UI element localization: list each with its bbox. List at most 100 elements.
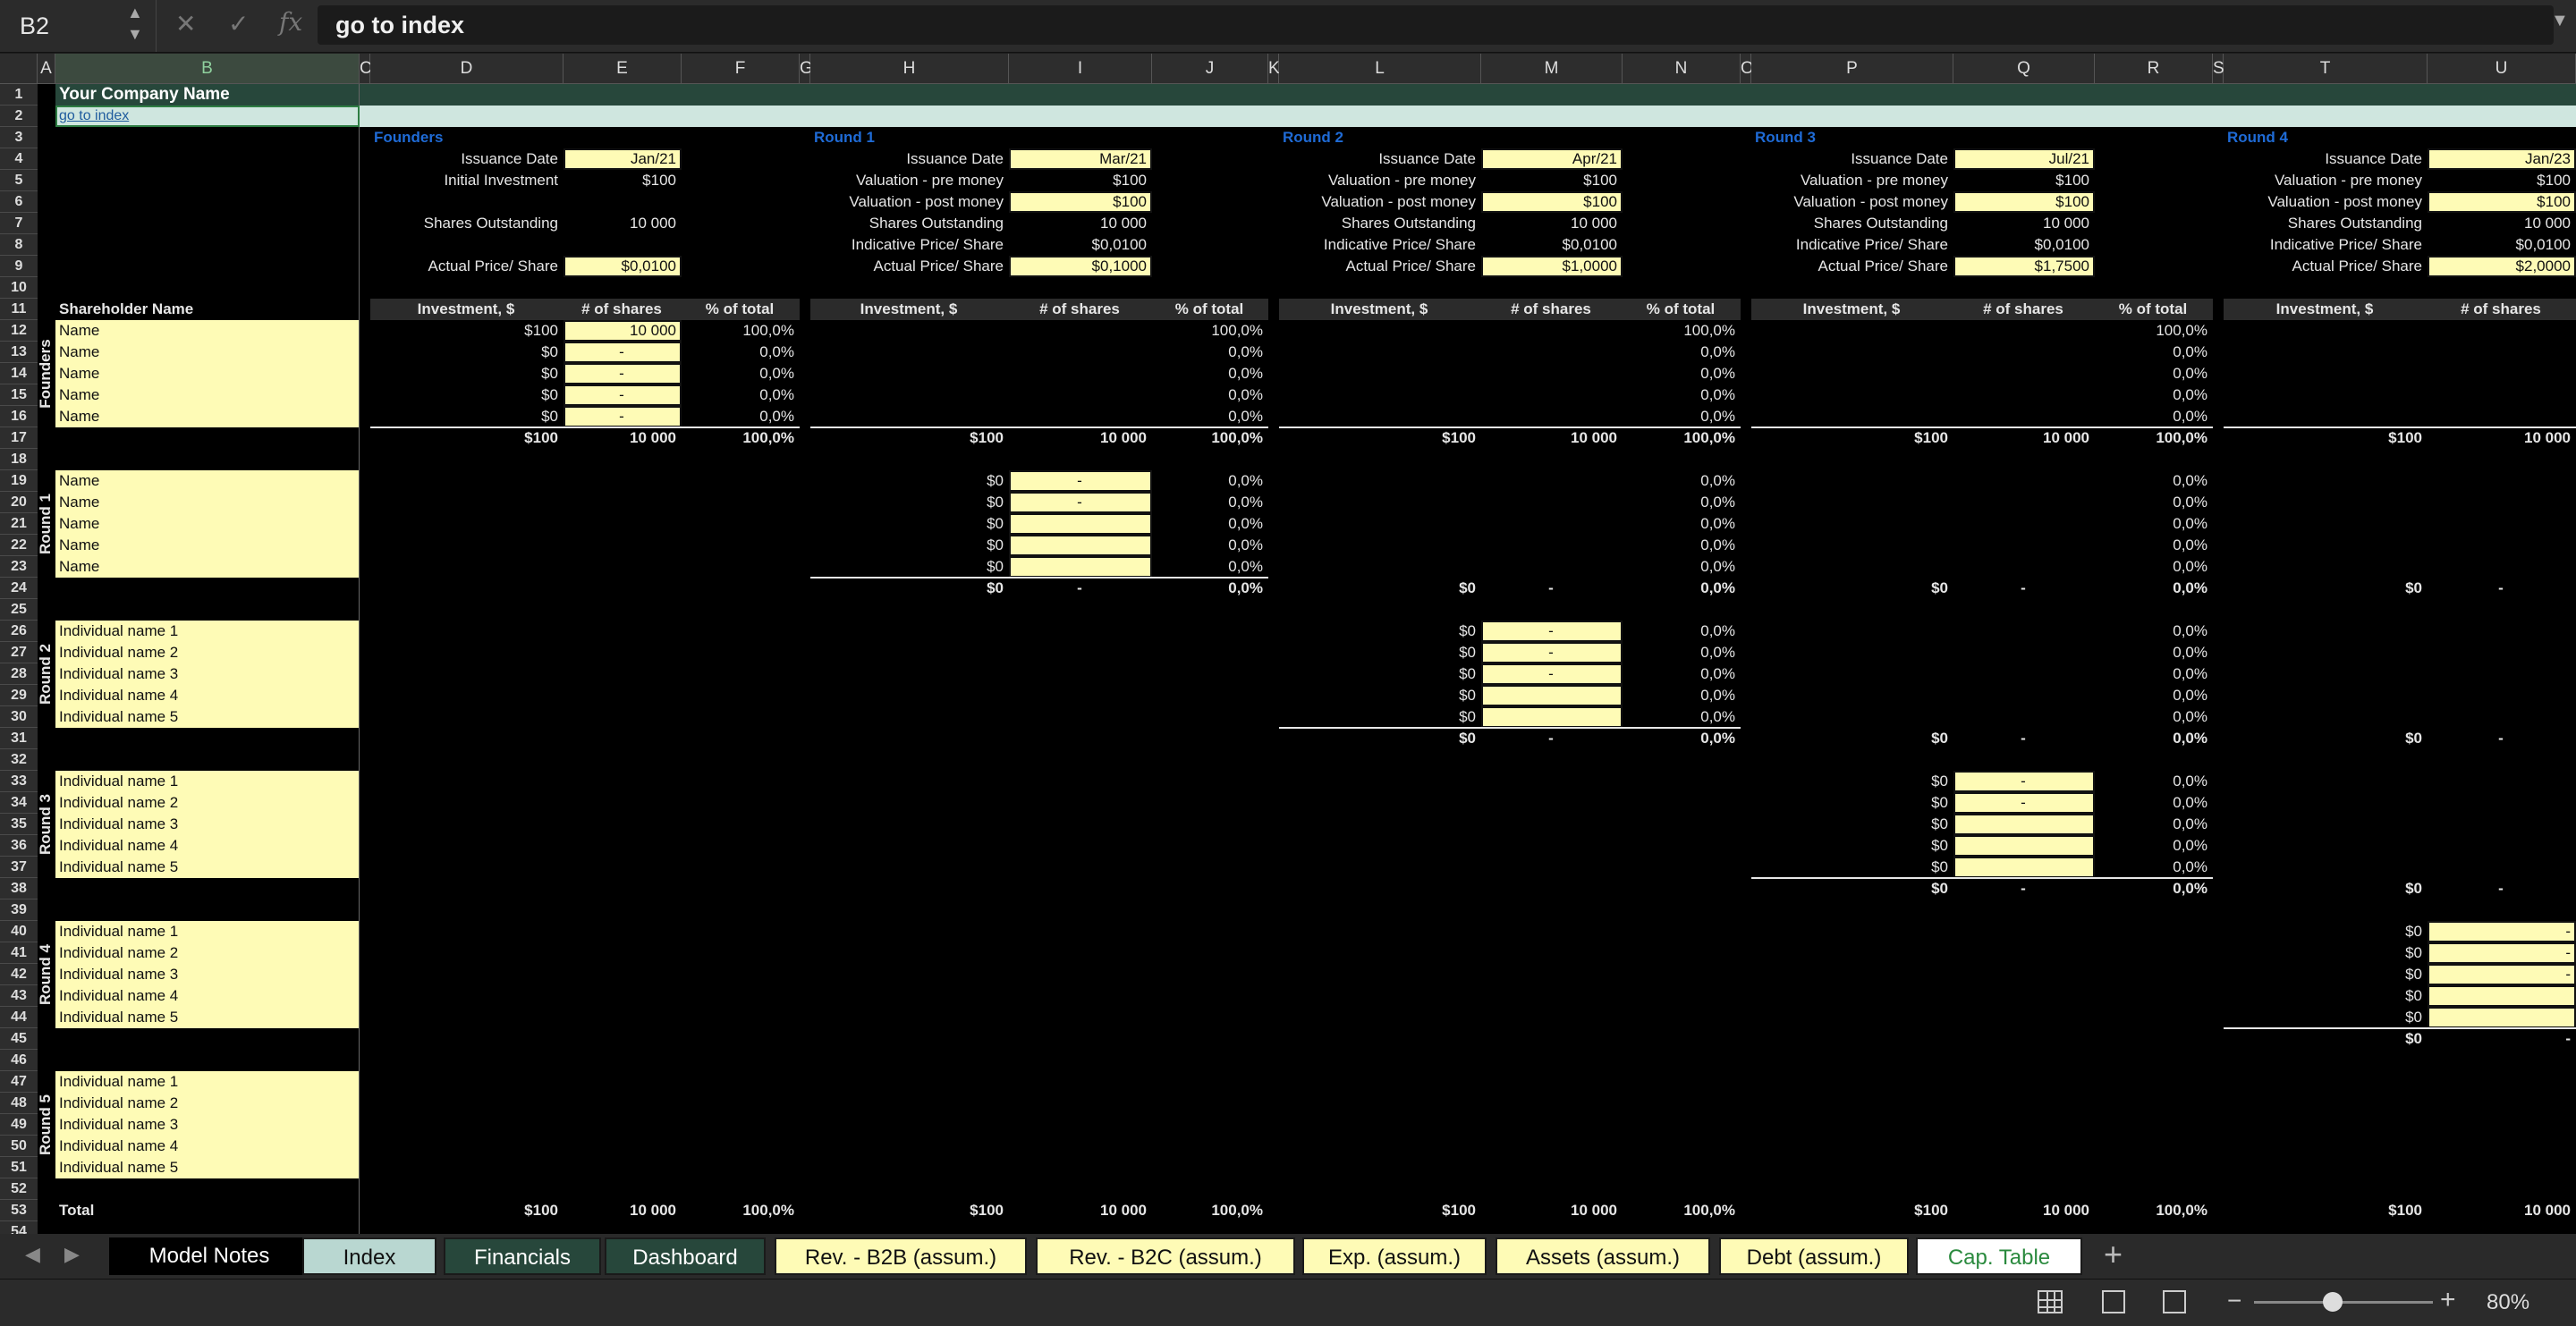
pct-cell[interactable]: 100,0% [2098, 321, 2207, 341]
column-header-u[interactable]: U [2428, 54, 2576, 84]
investment-cell[interactable]: $0 [814, 514, 1004, 534]
round-title[interactable]: Founders [374, 128, 558, 148]
subtotal-investment[interactable]: $100 [374, 428, 558, 448]
investment-cell[interactable]: $0 [1283, 686, 1476, 705]
round-title[interactable]: Round 4 [2227, 128, 2422, 148]
shareholder-name[interactable]: Name [59, 493, 354, 512]
founder-pct[interactable]: 0,0% [685, 385, 794, 405]
pct-cell[interactable]: 100,0% [1626, 321, 1735, 341]
label-post[interactable]: Valuation - post money [1283, 192, 1476, 212]
subtotal-shares[interactable]: 10 000 [1485, 428, 1617, 448]
subtotal-shares[interactable]: - [1957, 879, 2089, 899]
label-actual[interactable]: Actual Price/ Share [814, 257, 1004, 276]
shareholder-name[interactable]: Name [59, 321, 354, 341]
investment-cell[interactable]: $0 [1755, 836, 1948, 856]
subtotal-investment[interactable]: $0 [814, 579, 1004, 598]
table-header-investment[interactable]: Investment, $ [1283, 300, 1476, 319]
shares-cell[interactable]: - [1013, 493, 1147, 512]
value-pre[interactable]: $100 [2431, 171, 2571, 190]
value-actual[interactable]: $0,0100 [567, 257, 676, 276]
value-indicative[interactable]: $0,0100 [1013, 235, 1147, 255]
shareholder-name[interactable]: Individual name 4 [59, 1136, 354, 1156]
shares-cell[interactable]: - [1485, 643, 1617, 663]
founder-investment[interactable]: $0 [374, 364, 558, 384]
subtotal-shares[interactable]: 10 000 [2431, 428, 2571, 448]
total-shares[interactable]: 10 000 [1485, 1201, 1617, 1220]
sheet-tab-financials[interactable]: Financials [444, 1237, 601, 1275]
pct-cell[interactable]: 0,0% [1156, 407, 1263, 427]
subtotal-investment[interactable]: $100 [814, 428, 1004, 448]
row-header-20[interactable]: 20 [0, 492, 38, 513]
input-cell-box[interactable] [1953, 835, 2095, 857]
pct-cell[interactable]: 0,0% [1626, 364, 1735, 384]
subtotal-pct[interactable]: 100,0% [1626, 428, 1735, 448]
shareholder-name[interactable]: Individual name 3 [59, 664, 354, 684]
row-header-49[interactable]: 49 [0, 1114, 38, 1136]
total-shares[interactable]: 10 000 [2431, 1201, 2571, 1220]
label-pre[interactable]: Valuation - pre money [2227, 171, 2422, 190]
subtotal-investment[interactable]: $0 [1283, 579, 1476, 598]
row-header-5[interactable]: 5 [0, 170, 38, 191]
label-shares_out[interactable]: Shares Outstanding [814, 214, 1004, 233]
round-title[interactable]: Round 1 [814, 128, 1004, 148]
founder-pct[interactable]: 0,0% [685, 364, 794, 384]
row-header-9[interactable]: 9 [0, 256, 38, 277]
value-issuance[interactable]: Mar/21 [1013, 149, 1147, 169]
subtotal-investment[interactable]: $0 [1283, 729, 1476, 748]
table-header-shares[interactable]: # of shares [2431, 300, 2571, 319]
pct-cell[interactable]: 0,0% [1156, 342, 1263, 362]
label-actual[interactable]: Actual Price/ Share [1755, 257, 1948, 276]
shareholder-name[interactable]: Individual name 2 [59, 1094, 354, 1113]
table-header-investment[interactable]: Investment, $ [1755, 300, 1948, 319]
table-header-pct[interactable]: % of total [1626, 300, 1735, 319]
subtotal-pct[interactable]: 0,0% [2098, 579, 2207, 598]
shares-cell[interactable]: - [1957, 772, 2089, 791]
founder-investment[interactable]: $0 [374, 385, 558, 405]
subtotal-pct[interactable]: 100,0% [685, 428, 794, 448]
row-header-13[interactable]: 13 [0, 342, 38, 363]
value-shares_out[interactable]: 10 000 [567, 214, 676, 233]
row-header-11[interactable]: 11 [0, 299, 38, 320]
shares-cell[interactable]: - [1485, 664, 1617, 684]
cancel-icon[interactable]: ✕ [175, 9, 196, 38]
row-header-16[interactable]: 16 [0, 406, 38, 427]
subtotal-shares[interactable]: 10 000 [1957, 428, 2089, 448]
row-header-38[interactable]: 38 [0, 878, 38, 899]
row-header-24[interactable]: 24 [0, 578, 38, 599]
founder-shares[interactable]: 10 000 [567, 321, 676, 341]
pct-cell[interactable]: 0,0% [2098, 342, 2207, 362]
name-box[interactable]: B2 ▲ ▼ [0, 0, 157, 52]
label-initial[interactable]: Initial Investment [374, 171, 558, 190]
column-header-n[interactable]: N [1623, 54, 1741, 84]
shares-cell[interactable]: - [2431, 943, 2571, 963]
pct-cell[interactable]: 0,0% [1626, 621, 1735, 641]
input-cell-box[interactable] [1481, 685, 1623, 706]
subtotal-investment[interactable]: $100 [1283, 428, 1476, 448]
table-header-investment[interactable]: Investment, $ [2227, 300, 2422, 319]
sheet-tab-rev-b2c-assum[interactable]: Rev. - B2C (assum.) [1036, 1237, 1295, 1275]
investment-cell[interactable]: $0 [1283, 643, 1476, 663]
total-investment[interactable]: $100 [2227, 1201, 2422, 1220]
row-header-31[interactable]: 31 [0, 728, 38, 749]
row-header-8[interactable]: 8 [0, 234, 38, 256]
shareholder-name[interactable]: Individual name 2 [59, 943, 354, 963]
subtotal-shares[interactable]: - [1957, 729, 2089, 748]
label-actual[interactable]: Actual Price/ Share [2227, 257, 2422, 276]
investment-cell[interactable]: $0 [1283, 664, 1476, 684]
subtotal-investment[interactable]: $100 [2227, 428, 2422, 448]
row-header-3[interactable]: 3 [0, 127, 38, 148]
founder-shares[interactable]: - [567, 342, 676, 362]
pct-cell[interactable]: 0,0% [2098, 536, 2207, 555]
row-header-29[interactable]: 29 [0, 685, 38, 706]
pct-cell[interactable]: 0,0% [2098, 815, 2207, 834]
pct-cell[interactable]: 0,0% [1156, 557, 1263, 577]
founder-investment[interactable]: $0 [374, 342, 558, 362]
shareholder-name[interactable]: Name [59, 407, 354, 427]
value-indicative[interactable]: $0,0100 [1485, 235, 1617, 255]
shareholder-name[interactable]: Individual name 3 [59, 1115, 354, 1135]
input-cell-box[interactable] [1009, 513, 1152, 535]
sheet-tab-exp-assum[interactable]: Exp. (assum.) [1302, 1237, 1487, 1275]
pct-cell[interactable]: 0,0% [1626, 686, 1735, 705]
value-actual[interactable]: $1,7500 [1957, 257, 2089, 276]
column-header-a[interactable]: A [38, 54, 55, 84]
